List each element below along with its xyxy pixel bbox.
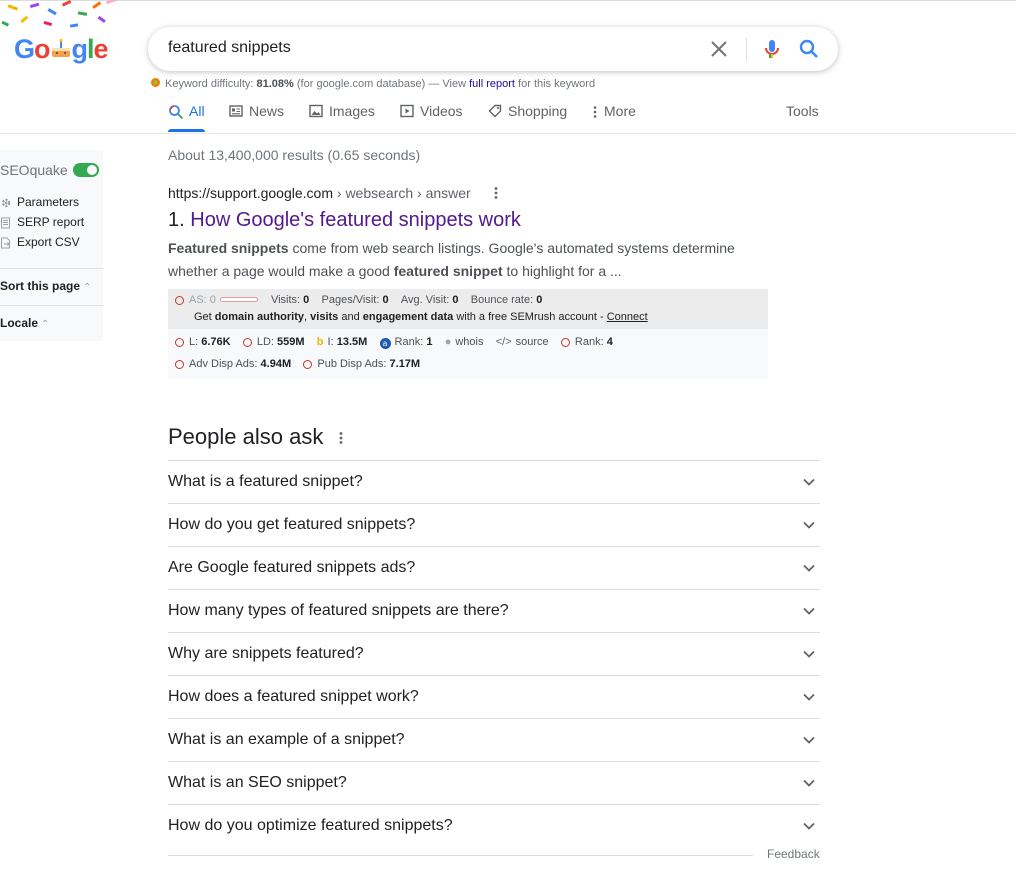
seoquake-metrics-bar: AS: 0 Visits: 0 Pages/Visit: 0 Avg. Visi… (168, 289, 768, 379)
tools-button[interactable]: Tools (786, 103, 819, 119)
result-snippet: Featured snippets come from web search l… (168, 240, 735, 279)
chevron-down-icon (803, 650, 815, 658)
chevron-down-icon (803, 779, 815, 787)
sort-this-page-toggle[interactable]: Sort this page ⌃ (0, 279, 91, 293)
chevron-down-icon (803, 693, 815, 701)
more-options-icon[interactable] (493, 186, 499, 200)
search-divider (746, 37, 747, 61)
locale-toggle[interactable]: Locale ⌃ (0, 316, 49, 330)
metric-rank-semrush[interactable]: Rank: 4 (560, 336, 613, 348)
result-url[interactable]: https://support.google.com › websearch ›… (168, 185, 471, 201)
tab-all[interactable]: All (168, 102, 205, 132)
paa-bottom-divider (168, 855, 753, 856)
top-border (0, 0, 1016, 1)
sidebar-divider (0, 268, 103, 269)
paa-question[interactable]: How do you get featured snippets? (168, 503, 820, 546)
tabs-divider (0, 133, 1016, 134)
result-title: 1. How Google's featured snippets work (168, 209, 521, 232)
search-icon[interactable] (798, 38, 820, 60)
whois-link[interactable]: ● whois (445, 336, 484, 348)
code-icon: </> (495, 336, 512, 348)
report-icon (1, 217, 10, 229)
chevron-down-icon (803, 607, 815, 615)
semrush-icon (175, 296, 184, 305)
source-link[interactable]: </> source (496, 336, 549, 348)
result-stats: About 13,400,000 results (0.65 seconds) (168, 147, 421, 163)
person-icon: ● (444, 336, 452, 348)
connect-link[interactable]: Connect (607, 311, 648, 323)
metric-ld[interactable]: LD: 559M (242, 336, 305, 348)
semrush-icon (175, 360, 184, 369)
more-options-icon[interactable] (338, 431, 344, 445)
tag-icon (488, 104, 502, 118)
more-vert-icon (593, 106, 597, 118)
logo-wordmark: Go gle (14, 34, 109, 64)
export-icon (1, 237, 10, 249)
metric-l[interactable]: L: 6.76K (175, 336, 231, 348)
semrush-icon (242, 338, 252, 347)
seoquake-semrush-row: AS: 0 Visits: 0 Pages/Visit: 0 Avg. Visi… (168, 289, 768, 329)
sidebar-divider (0, 305, 103, 306)
chevron-down-icon (803, 564, 815, 572)
seoquake-toggle[interactable] (73, 163, 99, 177)
bing-icon: b (316, 336, 324, 348)
chevron-down-icon (803, 736, 815, 744)
people-also-ask-list: What is a featured snippet? How do you g… (168, 460, 820, 847)
result-number: 1. (168, 209, 185, 231)
seoquake-icon (150, 77, 161, 88)
image-icon (309, 104, 323, 118)
cake-icon (50, 36, 72, 58)
seoquake-metrics-row-1: L: 6.76K LD: 559M b I: 13.5M a Rank: 1 ● wh… (175, 336, 613, 349)
chevron-up-icon: ⌃ (83, 282, 92, 293)
semrush-icon (303, 360, 313, 369)
metric-pub-disp-ads[interactable]: Pub Disp Ads: 7.17M (303, 358, 420, 370)
chevron-down-icon (803, 478, 815, 486)
google-doodle-logo[interactable]: Go gle (0, 0, 125, 75)
keyword-difficulty-value: 81.08% (256, 78, 294, 90)
paa-question[interactable]: Are Google featured snippets ads? (168, 546, 820, 589)
chevron-up-icon: ⌃ (41, 319, 50, 330)
gear-icon (1, 198, 11, 208)
metric-rank-alexa[interactable]: a Rank: 1 (379, 336, 432, 349)
paa-question[interactable]: What is an example of a snippet? (168, 718, 820, 761)
search-input[interactable] (168, 39, 688, 57)
paa-question[interactable]: How does a featured snippet work? (168, 675, 820, 718)
video-icon (400, 104, 414, 118)
semrush-icon (560, 338, 570, 347)
semrush-icon (175, 338, 184, 347)
chevron-down-icon (803, 822, 815, 830)
search-icon (169, 105, 184, 120)
keyword-difficulty-line: Keyword difficulty: 81.08% (for google.c… (150, 77, 595, 90)
authority-score-bar (219, 297, 258, 302)
news-icon (229, 105, 243, 117)
seoquake-metrics-row-2: Adv Disp Ads: 4.94M Pub Disp Ads: 7.17M (175, 358, 420, 370)
full-report-link[interactable]: full report (469, 78, 515, 90)
search-box (148, 27, 838, 71)
semrush-connect-message: Get domain authority, visits and engagem… (194, 311, 648, 323)
seoquake-sidebar: SEOquake Parameters SERP report Export C… (0, 150, 103, 341)
paa-question[interactable]: How do you optimize featured snippets? (168, 804, 820, 847)
paa-question[interactable]: What is a featured snippet? (168, 460, 820, 503)
result-title-link[interactable]: How Google's featured snippets work (190, 209, 521, 231)
alexa-icon: a (379, 338, 391, 349)
semrush-metrics: AS: 0 Visits: 0 Pages/Visit: 0 Avg. Visi… (175, 294, 542, 306)
chevron-down-icon (803, 521, 815, 529)
metric-i[interactable]: b I: 13.5M (317, 336, 368, 348)
active-tab-indicator (168, 129, 205, 132)
paa-question[interactable]: How many types of featured snippets are … (168, 589, 820, 632)
feedback-link[interactable]: Feedback (767, 847, 820, 861)
people-also-ask-heading: People also ask (168, 424, 324, 449)
microphone-icon[interactable] (760, 37, 784, 61)
paa-question[interactable]: What is an SEO snippet? (168, 761, 820, 804)
metric-adv-disp-ads[interactable]: Adv Disp Ads: 4.94M (175, 358, 291, 370)
seoquake-title: SEOquake (0, 162, 68, 178)
paa-question[interactable]: Why are snippets featured? (168, 632, 820, 675)
clear-search-icon[interactable] (710, 40, 728, 58)
